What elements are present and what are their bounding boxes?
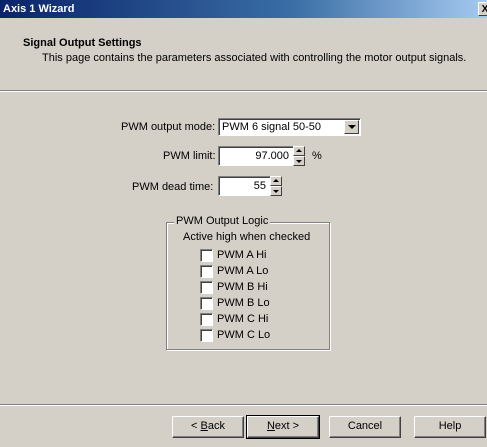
back-label: ack (207, 420, 225, 432)
pwm-limit-input[interactable]: 97.000 (218, 146, 294, 166)
group-title: PWM Output Logic (174, 215, 271, 227)
arrow-down-icon (273, 190, 279, 193)
pwm-limit-unit: % (312, 150, 322, 162)
chevron-down-icon (348, 125, 356, 129)
checkbox-label: PWM C Hi (217, 313, 269, 325)
page-title: Signal Output Settings (23, 37, 142, 49)
pwm-output-mode-select[interactable]: PWM 6 signal 50-50 (218, 118, 361, 136)
pwm-dead-time-increment[interactable] (270, 176, 282, 186)
pwm-limit-increment[interactable] (293, 146, 305, 156)
pwm-limit-decrement[interactable] (293, 156, 305, 166)
window-title: Axis 1 Wizard (3, 3, 75, 15)
checkbox[interactable] (200, 265, 213, 278)
checkbox-label: PWM B Hi (217, 281, 268, 293)
checkbox-label: PWM A Hi (217, 249, 267, 261)
pwm-output-mode-label: PWM output mode: (121, 121, 216, 133)
title-bar: Axis 1 Wizard X (0, 0, 487, 18)
checkbox-label: PWM C Lo (217, 329, 271, 341)
pwm-limit-label: PWM limit: (163, 150, 216, 162)
checkbox[interactable] (200, 313, 213, 326)
back-prefix: < (191, 420, 201, 432)
pwm-limit-value: 97.000 (255, 150, 289, 162)
close-button[interactable]: X (478, 2, 487, 16)
arrow-up-icon (296, 149, 302, 152)
checkbox[interactable] (200, 329, 213, 342)
pwm-output-mode-value: PWM 6 signal 50-50 (222, 121, 322, 133)
header-divider-highlight (0, 91, 487, 92)
arrow-down-icon (296, 160, 302, 163)
page-description: This page contains the parameters associ… (42, 52, 467, 64)
dropdown-button[interactable] (344, 120, 359, 134)
pwm-limit-spinner[interactable] (293, 146, 305, 166)
pwm-dead-time-value: 55 (253, 180, 266, 192)
next-mnemonic: N (266, 420, 275, 432)
checkbox-label: PWM B Lo (217, 297, 270, 309)
checkbox[interactable] (200, 249, 213, 262)
pwm-dead-time-label: PWM dead time: (132, 181, 214, 193)
arrow-up-icon (273, 179, 279, 182)
pwm-dead-time-input[interactable]: 55 (218, 176, 271, 196)
cancel-button[interactable]: Cancel (329, 416, 401, 438)
group-subtitle: Active high when checked (183, 231, 311, 243)
footer-divider-highlight (0, 405, 487, 406)
checkbox[interactable] (200, 297, 213, 310)
pwm-dead-time-spinner[interactable] (270, 176, 282, 196)
back-button[interactable]: < Back (172, 416, 244, 438)
checkbox[interactable] (200, 281, 213, 294)
checkbox-label: PWM A Lo (217, 265, 269, 277)
back-mnemonic: B (200, 420, 208, 432)
next-button[interactable]: Next > (246, 415, 320, 439)
wizard-header: Signal Output Settings This page contain… (0, 18, 487, 90)
pwm-dead-time-decrement[interactable] (270, 186, 282, 196)
help-button[interactable]: Help (414, 416, 486, 438)
next-label: ext > (274, 420, 300, 432)
